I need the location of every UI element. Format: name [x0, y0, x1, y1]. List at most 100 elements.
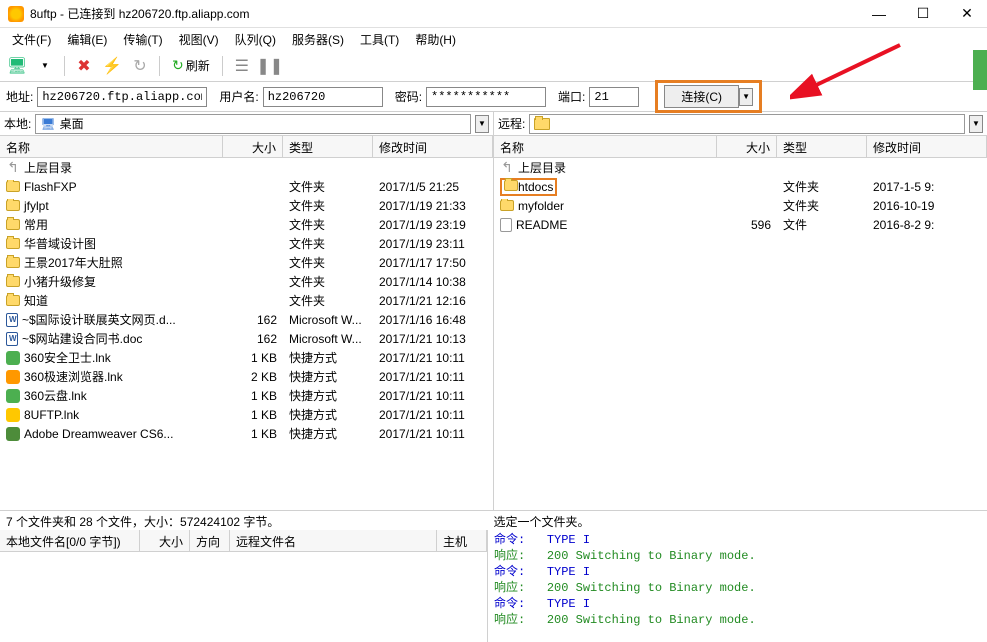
- row-size: 2 KB: [223, 370, 283, 384]
- remote-list[interactable]: ↰ 上层目录htdocs文件夹2017-1-5 9:myfolder文件夹2016…: [494, 158, 987, 510]
- row-name: 常用: [24, 216, 48, 233]
- list-row[interactable]: 华普域设计图文件夹2017/1/19 23:11: [0, 234, 493, 253]
- app-icon: [6, 427, 20, 441]
- menu-help[interactable]: 帮助(H): [407, 29, 464, 50]
- dropdown-icon[interactable]: ▼: [34, 55, 56, 77]
- list-row[interactable]: README596文件2016-8-2 9:: [494, 215, 987, 234]
- col-type[interactable]: 类型: [777, 136, 867, 157]
- refresh-button[interactable]: ↻刷新: [168, 55, 214, 77]
- list-row[interactable]: htdocs文件夹2017-1-5 9:: [494, 177, 987, 196]
- folder-icon: [504, 180, 518, 191]
- up-icon: ↰: [6, 161, 20, 175]
- col-type[interactable]: 类型: [283, 136, 373, 157]
- minimize-button[interactable]: —: [867, 4, 891, 24]
- list-row[interactable]: 360极速浏览器.lnk2 KB快捷方式2017/1/21 10:11: [0, 367, 493, 386]
- list-row[interactable]: Adobe Dreamweaver CS6...1 KB快捷方式2017/1/2…: [0, 424, 493, 443]
- menu-view[interactable]: 视图(V): [171, 29, 227, 50]
- connect-dropdown[interactable]: ▼: [739, 88, 753, 106]
- menu-queue[interactable]: 队列(Q): [227, 29, 284, 50]
- queue-col-host[interactable]: 主机: [437, 530, 487, 551]
- col-name[interactable]: 名称: [0, 136, 223, 157]
- row-type: 快捷方式: [283, 368, 373, 385]
- menu-file[interactable]: 文件(F): [4, 29, 59, 50]
- row-name: 上层目录: [24, 159, 72, 176]
- pass-label: 密码:: [395, 88, 422, 105]
- disconnect-icon[interactable]: ✖: [73, 55, 95, 77]
- col-size[interactable]: 大小: [223, 136, 283, 157]
- col-date[interactable]: 修改时间: [867, 136, 987, 157]
- app-icon: [6, 351, 20, 365]
- folder-icon: [6, 295, 20, 306]
- list-row[interactable]: 王景2017年大肚照文件夹2017/1/17 17:50: [0, 253, 493, 272]
- pass-input[interactable]: [426, 87, 546, 107]
- menu-server[interactable]: 服务器(S): [284, 29, 352, 50]
- remote-path-dropdown[interactable]: ▼: [969, 115, 983, 133]
- col-name[interactable]: 名称: [494, 136, 717, 157]
- list-row[interactable]: ~$网站建设合同书.doc162Microsoft W...2017/1/21 …: [0, 329, 493, 348]
- list-row[interactable]: 知道文件夹2017/1/21 12:16: [0, 291, 493, 310]
- menu-tools[interactable]: 工具(T): [352, 29, 407, 50]
- remote-pathbar: 远程: ▼: [494, 112, 987, 136]
- list-row[interactable]: 360云盘.lnk 1 KB快捷方式2017/1/21 10:11: [0, 386, 493, 405]
- quick-connect-icon[interactable]: ⚡: [101, 55, 123, 77]
- row-type: 文件夹: [777, 197, 867, 214]
- port-input[interactable]: [589, 87, 639, 107]
- queue-icon[interactable]: ☰: [231, 55, 253, 77]
- row-size: 1 KB: [223, 427, 283, 441]
- list-row[interactable]: ↰ 上层目录: [0, 158, 493, 177]
- server-icon[interactable]: 🖥: [6, 55, 28, 77]
- addr-input[interactable]: [37, 87, 207, 107]
- row-name: 上层目录: [518, 159, 566, 176]
- local-path-input[interactable]: 🖥 桌面: [35, 114, 471, 134]
- local-pathbar: 本地: 🖥 桌面 ▼: [0, 112, 493, 136]
- menu-transfer[interactable]: 传输(T): [115, 29, 170, 50]
- menu-edit[interactable]: 编辑(E): [59, 29, 115, 50]
- addr-label: 地址:: [6, 88, 33, 105]
- col-size[interactable]: 大小: [717, 136, 777, 157]
- row-size: 1 KB: [223, 408, 283, 422]
- user-input[interactable]: [263, 87, 383, 107]
- queue-col-dir[interactable]: 方向: [190, 530, 230, 551]
- remote-pane: 远程: ▼ 名称 大小 类型 修改时间 ↰ 上层目录htdocs文件夹2017-1…: [494, 112, 987, 510]
- app-icon: [6, 370, 20, 384]
- row-type: 快捷方式: [283, 425, 373, 442]
- connect-button[interactable]: 连接(C): [664, 85, 739, 108]
- list-row[interactable]: jfylpt文件夹2017/1/19 21:33: [0, 196, 493, 215]
- row-name: 360云盘.lnk: [24, 387, 87, 404]
- log-line: 命令: TYPE I: [494, 532, 981, 548]
- queue-col-size[interactable]: 大小: [140, 530, 190, 551]
- row-name: ~$国际设计联展英文网页.d...: [22, 311, 176, 328]
- separator: [64, 56, 65, 76]
- list-row[interactable]: myfolder文件夹2016-10-19: [494, 196, 987, 215]
- queue-list[interactable]: [0, 552, 487, 642]
- row-date: 2017/1/21 10:11: [373, 389, 493, 403]
- status-bar: 7 个文件夹和 28 个文件，大小：572424102 字节。 选定一个文件夹。: [0, 510, 987, 530]
- connect-bar: 地址: 用户名: 密码: 端口: 连接(C) ▼: [0, 82, 987, 112]
- maximize-button[interactable]: ☐: [911, 4, 935, 24]
- close-button[interactable]: ✕: [955, 4, 979, 24]
- col-date[interactable]: 修改时间: [373, 136, 493, 157]
- list-row[interactable]: 8UFTP.lnk1 KB快捷方式2017/1/21 10:11: [0, 405, 493, 424]
- log-line: 响应: 200 Switching to Binary mode.: [494, 612, 981, 628]
- row-type: 快捷方式: [283, 387, 373, 404]
- list-row[interactable]: ~$国际设计联展英文网页.d...162Microsoft W...2017/1…: [0, 310, 493, 329]
- list-row[interactable]: FlashFXP文件夹2017/1/5 21:25: [0, 177, 493, 196]
- folder-icon: [500, 200, 514, 211]
- list-row[interactable]: 小猪升级修复文件夹2017/1/14 10:38: [0, 272, 493, 291]
- reconnect-icon[interactable]: ↻: [129, 55, 151, 77]
- remote-path-input[interactable]: [529, 114, 965, 134]
- row-size: 1 KB: [223, 389, 283, 403]
- list-row[interactable]: 常用文件夹2017/1/19 23:19: [0, 215, 493, 234]
- row-name: 小猪升级修复: [24, 273, 96, 290]
- local-list[interactable]: ↰ 上层目录FlashFXP文件夹2017/1/5 21:25jfylpt文件夹2…: [0, 158, 493, 510]
- queue-col-remote[interactable]: 远程文件名: [230, 530, 437, 551]
- up-icon: ↰: [500, 161, 514, 175]
- list-row[interactable]: ↰ 上层目录: [494, 158, 987, 177]
- row-name: 华普域设计图: [24, 235, 96, 252]
- queue-col-name[interactable]: 本地文件名[0/0 字节]): [0, 530, 140, 551]
- local-path-dropdown[interactable]: ▼: [475, 115, 489, 133]
- log-pane[interactable]: 命令: TYPE I 响应: 200 Switching to Binary mo…: [488, 530, 987, 642]
- list-row[interactable]: 360安全卫士.lnk1 KB快捷方式2017/1/21 10:11: [0, 348, 493, 367]
- row-date: 2017/1/21 12:16: [373, 294, 493, 308]
- pause-icon[interactable]: ❚❚: [259, 55, 281, 77]
